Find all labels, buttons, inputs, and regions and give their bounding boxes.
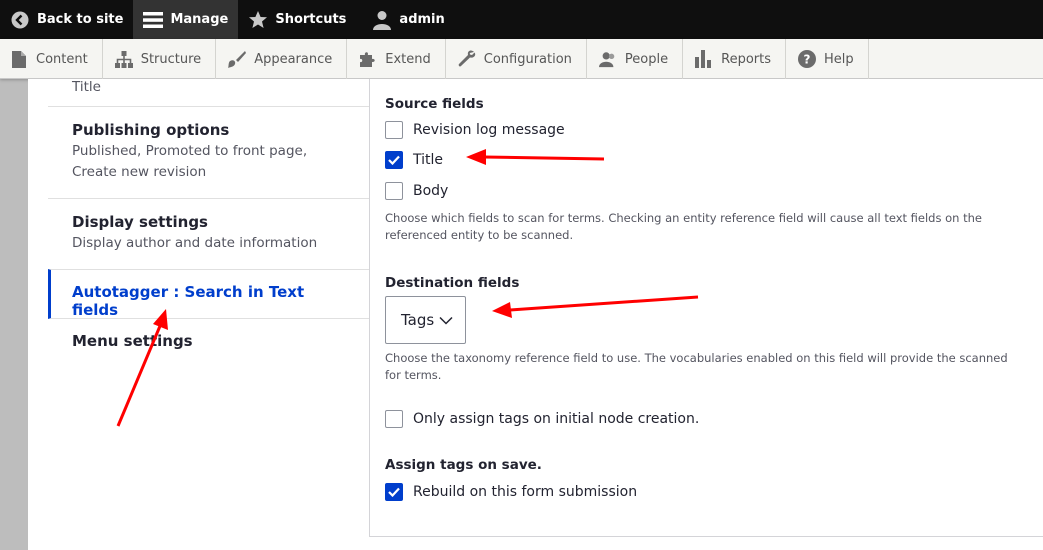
vertical-tabs-menu: Title Publishing options Published, Prom… bbox=[48, 79, 370, 550]
bar-chart-icon bbox=[695, 50, 713, 68]
wrench-icon bbox=[458, 50, 476, 68]
checkbox-checked[interactable] bbox=[385, 483, 403, 501]
checkbox-label: Body bbox=[413, 183, 449, 199]
tray-label-appearance: Appearance bbox=[254, 51, 333, 67]
shortcuts-label: Shortcuts bbox=[275, 12, 347, 27]
tray-label-configuration: Configuration bbox=[483, 51, 572, 67]
star-icon bbox=[248, 10, 268, 30]
destination-fields-select[interactable]: Tags bbox=[385, 296, 466, 344]
vertical-tab-title: Publishing options bbox=[72, 121, 230, 139]
chevron-down-icon bbox=[439, 311, 453, 329]
source-fields-description: Choose which fields to scan for terms. C… bbox=[385, 211, 982, 242]
user-icon bbox=[372, 10, 392, 30]
tray-label-content: Content bbox=[36, 51, 88, 67]
manage-tab[interactable]: Manage bbox=[133, 0, 239, 39]
help-icon: ? bbox=[798, 50, 816, 68]
tray-label-extend: Extend bbox=[385, 51, 431, 67]
checkbox[interactable] bbox=[385, 182, 403, 200]
vertical-tab-summary: Title bbox=[72, 79, 101, 95]
source-field-title[interactable]: Title bbox=[385, 151, 443, 169]
tray-label-help: Help bbox=[824, 51, 854, 67]
checkmark-icon bbox=[388, 155, 400, 165]
checkbox-label: Title bbox=[413, 152, 444, 168]
checkmark-icon bbox=[388, 487, 400, 497]
rebuild-option[interactable]: Rebuild on this form submission bbox=[385, 483, 637, 501]
tray-item-help[interactable]: ? Help bbox=[786, 39, 869, 79]
destination-fields-label: Destination fields bbox=[385, 275, 520, 291]
user-label: admin bbox=[399, 12, 445, 27]
vertical-tab-title: Autotagger : Search in Text fields bbox=[72, 283, 305, 319]
tray-item-reports[interactable]: Reports bbox=[683, 39, 786, 79]
vertical-tab-summary: Display author and date information bbox=[72, 235, 318, 251]
back-arrow-icon bbox=[10, 10, 30, 30]
vertical-tab-menu-settings[interactable]: Menu settings bbox=[48, 319, 370, 369]
vertical-tab-publishing-options[interactable]: Publishing options Published, Promoted t… bbox=[48, 107, 370, 199]
back-to-site-label: Back to site bbox=[37, 12, 124, 27]
shortcuts-tab[interactable]: Shortcuts bbox=[238, 0, 356, 39]
paintbrush-icon bbox=[228, 50, 247, 68]
tray-item-configuration[interactable]: Configuration bbox=[446, 39, 587, 79]
manage-label: Manage bbox=[170, 12, 229, 27]
vertical-tab-display-settings[interactable]: Display settings Display author and date… bbox=[48, 199, 370, 270]
source-field-body[interactable]: Body bbox=[385, 182, 448, 200]
tray-label-reports: Reports bbox=[721, 51, 771, 67]
puzzle-icon bbox=[359, 50, 377, 68]
assign-tags-on-save-label: Assign tags on save. bbox=[385, 457, 542, 473]
source-field-revision-log[interactable]: Revision log message bbox=[385, 121, 565, 139]
user-tab[interactable]: admin bbox=[356, 0, 454, 39]
vertical-tab-autotagger[interactable]: Autotagger : Search in Text fields bbox=[48, 269, 370, 319]
checkbox-checked[interactable] bbox=[385, 151, 403, 169]
checkbox-label: Only assign tags on initial node creatio… bbox=[413, 411, 700, 427]
source-fields-label: Source fields bbox=[385, 96, 484, 112]
initial-creation-only-option[interactable]: Only assign tags on initial node creatio… bbox=[385, 410, 699, 428]
checkbox[interactable] bbox=[385, 121, 403, 139]
hamburger-icon bbox=[143, 10, 164, 30]
svg-text:?: ? bbox=[804, 53, 811, 67]
select-value: Tags bbox=[401, 311, 435, 329]
vertical-tab-authoring[interactable]: Title bbox=[48, 71, 370, 107]
vertical-tab-title: Menu settings bbox=[72, 332, 193, 350]
people-icon bbox=[598, 50, 617, 68]
vertical-tab-summary: Published, Promoted to front page, Creat… bbox=[72, 143, 308, 180]
checkbox-label: Rebuild on this form submission bbox=[413, 484, 638, 500]
sitemap-icon bbox=[114, 50, 133, 68]
vertical-tab-title: Display settings bbox=[72, 213, 208, 231]
admin-toolbar: Back to site Manage Shortcuts admin bbox=[0, 0, 1043, 39]
tray-item-people[interactable]: People bbox=[587, 39, 684, 79]
document-icon bbox=[10, 50, 28, 68]
checkbox[interactable] bbox=[385, 410, 403, 428]
tray-label-structure: Structure bbox=[140, 51, 202, 67]
tray-label-people: People bbox=[624, 51, 669, 67]
destination-fields-description: Choose the taxonomy reference field to u… bbox=[385, 351, 1008, 382]
checkbox-label: Revision log message bbox=[413, 122, 565, 138]
back-to-site-link[interactable]: Back to site bbox=[0, 0, 133, 39]
